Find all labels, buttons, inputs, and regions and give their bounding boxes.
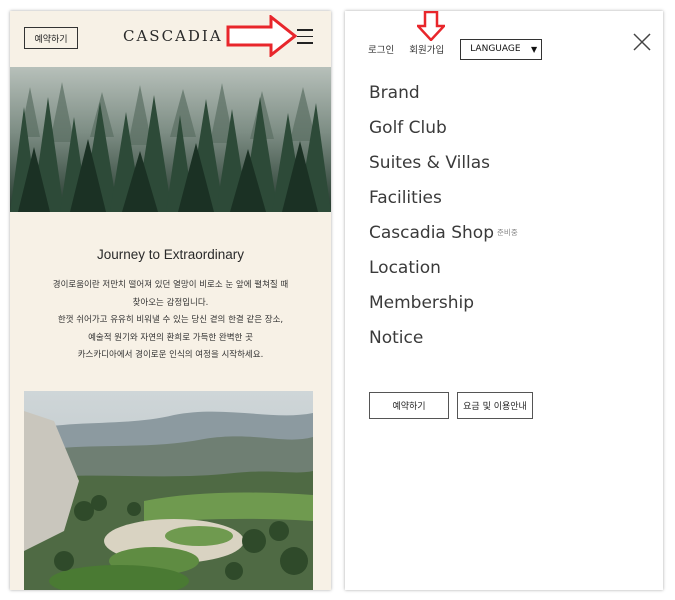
account-links: 로그인 회원가입 LANGUAGE ▼ [368, 38, 543, 60]
login-link[interactable]: 로그인 [368, 42, 394, 56]
menu-item-facilities[interactable]: Facilities [369, 186, 518, 221]
menu-action-buttons: 예약하기 요금 및 이용안내 [369, 392, 533, 419]
menu-item-label: Location [369, 258, 441, 278]
forest-hero-image [10, 67, 331, 212]
chevron-down-icon: ▼ [531, 44, 538, 54]
language-select[interactable]: LANGUAGE ▼ [460, 38, 543, 60]
menu-item-suites-villas[interactable]: Suites & Villas [369, 151, 518, 186]
reserve-button[interactable]: 예약하기 [24, 27, 78, 49]
journey-line: 한껏 쉬어가고 유유히 비워낼 수 있는 당신 곁의 한결 같은 장소, [57, 315, 284, 325]
journey-line: 예술적 원기와 자연의 환희로 가득한 완벽한 곳 [88, 332, 253, 343]
menu-item-label: Suites & Villas [369, 153, 491, 173]
menu-reserve-button[interactable]: 예약하기 [369, 392, 449, 419]
menu-item-cascadia-shop[interactable]: Cascadia Shop 준비중 [369, 221, 518, 256]
hamburger-menu-icon[interactable] [297, 29, 313, 45]
menu-item-golf-club[interactable]: Golf Club [369, 116, 518, 151]
menu-item-brand[interactable]: Brand [369, 81, 518, 116]
menu-item-label: Notice [369, 328, 424, 348]
menu-item-membership[interactable]: Membership [369, 291, 518, 326]
red-arrow-right-icon [226, 15, 297, 57]
menu-item-notice[interactable]: Notice [369, 326, 518, 361]
journey-heading: Journey to Extraordinary [96, 247, 245, 262]
cascadia-logo[interactable]: CASCADIA [123, 27, 223, 45]
journey-line: 찾아오는 감정입니다. [132, 297, 209, 308]
main-menu: Brand Golf Club Suites & Villas Faciliti… [369, 81, 518, 361]
signup-link[interactable]: 회원가입 [409, 42, 444, 56]
coming-soon-tag: 준비중 [497, 228, 518, 237]
language-select-value: LANGUAGE [470, 44, 521, 54]
site-header: 예약하기 CASCADIA [10, 11, 331, 67]
red-arrow-down-icon [417, 11, 445, 41]
menu-item-label: Facilities [369, 188, 442, 208]
menu-item-label: Golf Club [369, 118, 447, 138]
mobile-menu-screen: 로그인 회원가입 LANGUAGE ▼ Brand Golf Club Suit… [345, 11, 663, 590]
mobile-homepage-screen: 예약하기 CASCADIA Journey to Extraordinary 경… [10, 11, 331, 590]
menu-item-label: Cascadia Shop [369, 223, 495, 243]
menu-item-label: Membership [369, 293, 475, 313]
rates-info-button[interactable]: 요금 및 이용안내 [457, 392, 533, 419]
journey-line: 경이로움이란 저만치 떨어져 있던 열망이 비로소 눈 앞에 펼쳐질 때 [52, 280, 289, 290]
close-icon[interactable] [632, 32, 652, 52]
menu-item-location[interactable]: Location [369, 256, 518, 291]
journey-line: 카스카디아에서 경이로운 인식의 여정을 시작하세요. [77, 350, 264, 360]
golf-course-image [24, 391, 313, 590]
journey-description: 경이로움이란 저만치 떨어져 있던 열망이 비로소 눈 앞에 펼쳐질 때 찾아오… [10, 277, 331, 365]
menu-item-label: Brand [369, 83, 420, 103]
